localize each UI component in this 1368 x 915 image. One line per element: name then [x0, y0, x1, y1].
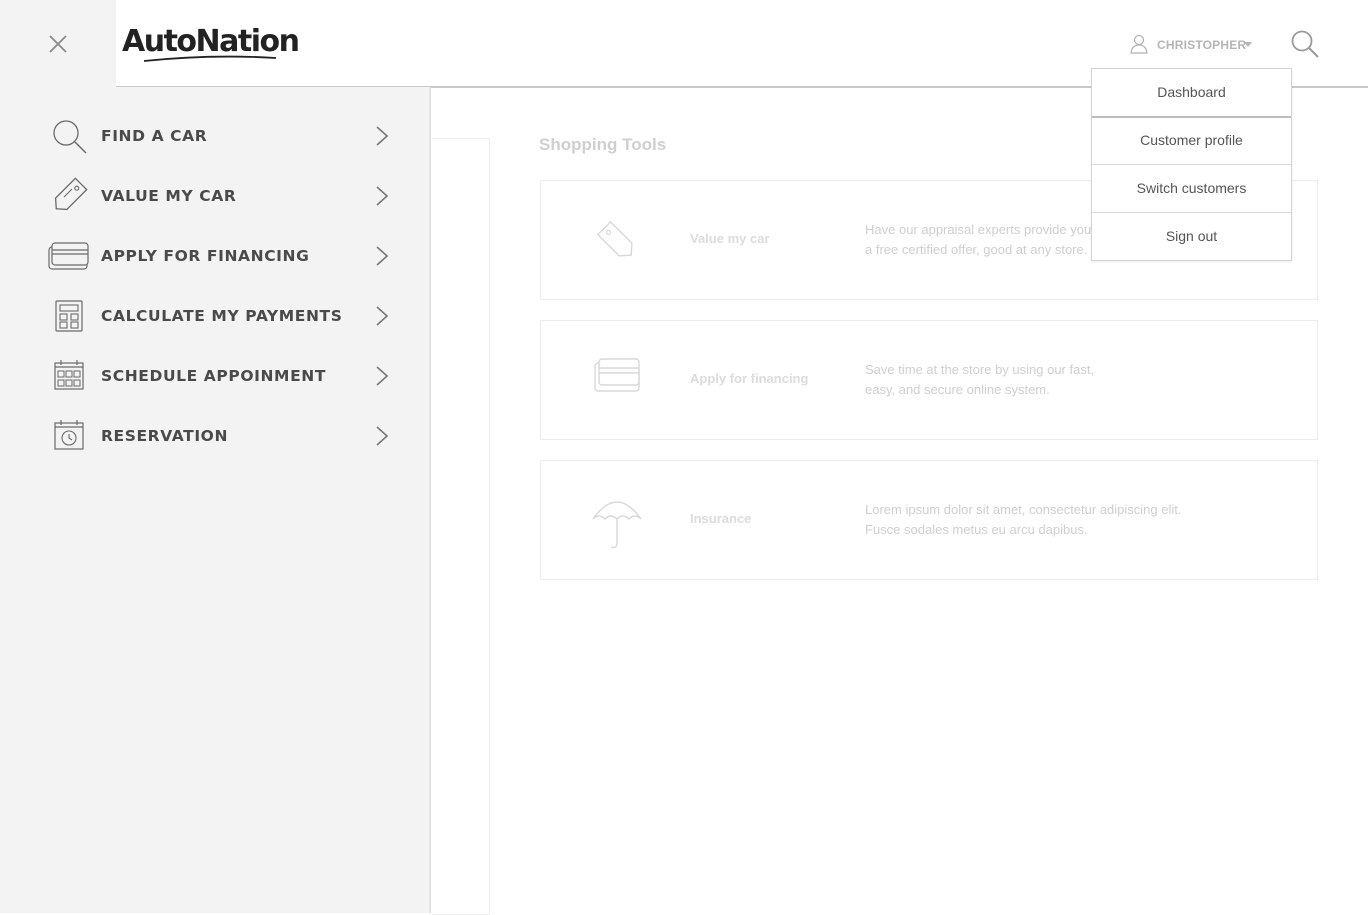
background-panel	[432, 138, 490, 915]
chevron-right-icon	[376, 306, 389, 326]
chevron-right-icon	[376, 426, 389, 446]
search-icon	[53, 120, 87, 154]
tool-description: Save time at the store by using our fast…	[865, 360, 1225, 400]
autonation-logo[interactable]: AutoNation	[122, 24, 300, 59]
nav-item-label: CALCULATE MY PAYMENTS	[101, 307, 343, 325]
tool-description-line: Fusce sodales metus eu arcu dapibus.	[865, 522, 1088, 537]
chevron-right-icon	[376, 246, 389, 266]
logo-swoosh	[143, 55, 277, 62]
tool-card-apply-for-financing[interactable]: Apply for financing Save time at the sto…	[540, 320, 1318, 440]
tool-name: Apply for financing	[690, 371, 809, 386]
nav-item-value-my-car[interactable]: VALUE MY CAR	[48, 175, 398, 219]
nav-item-calculate-my-payments[interactable]: CALCULATE MY PAYMENTS	[48, 295, 398, 339]
credit-cards-icon	[48, 242, 89, 270]
menu-item-sign-out[interactable]: Sign out	[1092, 213, 1291, 260]
chevron-right-icon	[376, 366, 389, 386]
nav-item-apply-for-financing[interactable]: APPLY FOR FINANCING	[48, 235, 398, 279]
menu-item-dashboard[interactable]: Dashboard	[1092, 69, 1291, 118]
search-icon[interactable]	[1290, 29, 1320, 59]
calendar-icon	[54, 360, 84, 390]
nav-item-label: RESERVATION	[101, 427, 229, 445]
price-tag-icon	[596, 220, 633, 257]
chevron-right-icon	[376, 186, 389, 206]
close-strip	[0, 0, 116, 87]
tool-description-line: Lorem ipsum dolor sit amet, consectetur …	[865, 502, 1182, 517]
menu-item-switch-customers[interactable]: Switch customers	[1092, 165, 1291, 213]
tool-name: Value my car	[690, 231, 770, 246]
tool-name: Insurance	[690, 511, 752, 526]
calculator-icon	[55, 300, 83, 332]
nav-item-label: FIND A CAR	[101, 127, 208, 145]
tool-description-line: easy, and secure online system.	[865, 382, 1050, 397]
price-tag-icon	[54, 177, 88, 211]
nav-item-reservation[interactable]: RESERVATION	[48, 415, 398, 459]
user-name[interactable]: CHRISTOPHER	[1157, 38, 1246, 52]
user-dropdown-menu: Dashboard Customer profile Switch custom…	[1091, 68, 1292, 261]
chevron-down-icon[interactable]	[1244, 42, 1252, 47]
umbrella-icon	[592, 501, 642, 549]
close-icon[interactable]	[44, 30, 72, 58]
nav-item-find-a-car[interactable]: FIND A CAR	[48, 115, 398, 159]
tool-description-line: Save time at the store by using our fast…	[865, 362, 1095, 377]
user-icon[interactable]	[1130, 34, 1148, 54]
nav-item-label: APPLY FOR FINANCING	[101, 247, 310, 265]
credit-cards-icon	[594, 358, 640, 392]
nav-item-label: SCHEDULE APPOINMENT	[101, 367, 327, 385]
menu-item-customer-profile[interactable]: Customer profile	[1092, 117, 1291, 165]
chevron-right-icon	[376, 126, 389, 146]
side-navigation: FIND A CAR VALUE MY CAR APPLY FOR FINANC…	[0, 87, 431, 913]
tool-description: Lorem ipsum dolor sit amet, consectetur …	[865, 500, 1225, 540]
calendar-clock-icon	[54, 420, 84, 450]
nav-item-schedule-appointment[interactable]: SCHEDULE APPOINMENT	[48, 355, 398, 399]
nav-item-label: VALUE MY CAR	[101, 187, 237, 205]
shopping-tools-title: Shopping Tools	[539, 135, 667, 154]
tool-card-insurance[interactable]: Insurance Lorem ipsum dolor sit amet, co…	[540, 460, 1318, 580]
